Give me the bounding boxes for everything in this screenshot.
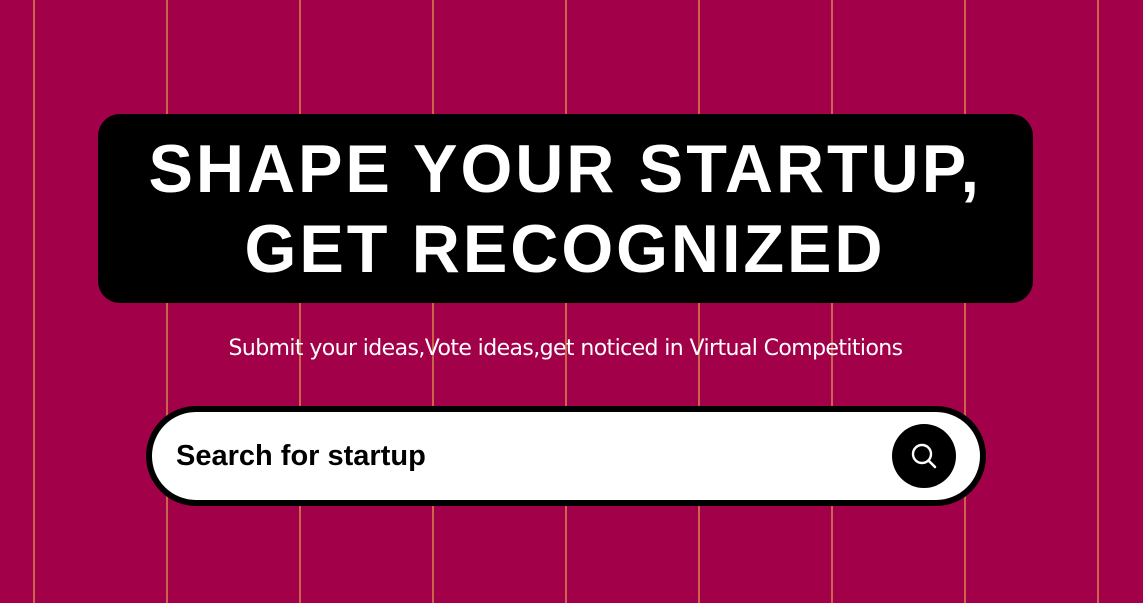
search-icon: [911, 443, 937, 469]
search-button[interactable]: [892, 424, 956, 488]
hero-title-box: SHAPE YOUR STARTUP, GET RECOGNIZED: [98, 114, 1033, 303]
hero-title-line-2: GET RECOGNIZED: [245, 210, 886, 287]
background-stripe: [33, 0, 35, 603]
hero-title-line-1: SHAPE YOUR STARTUP,: [148, 130, 983, 207]
background-stripe: [1097, 0, 1099, 603]
search-bar: [146, 406, 986, 506]
search-input[interactable]: [176, 412, 876, 500]
hero-subtitle: Submit your ideas,Vote ideas,get noticed…: [228, 336, 903, 361]
